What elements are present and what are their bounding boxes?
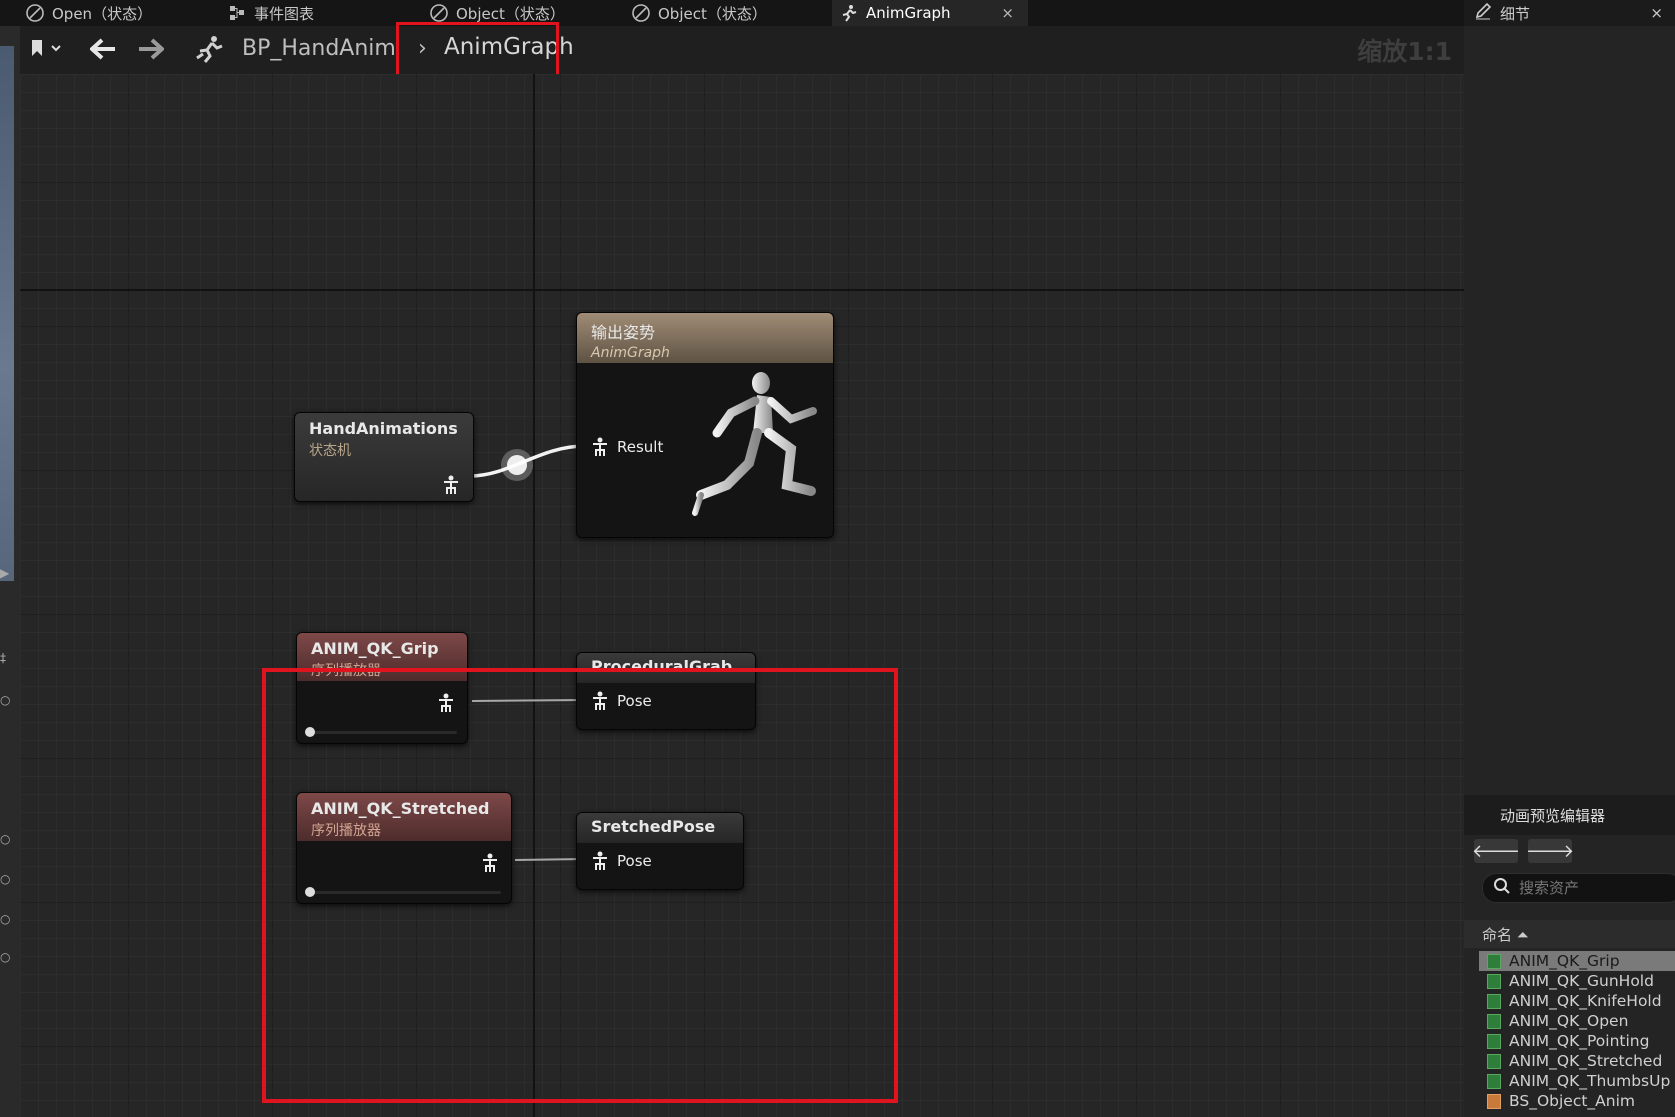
circle-icon: ○ xyxy=(0,912,11,926)
search-icon xyxy=(1493,877,1511,899)
back-arrow-icon[interactable] xyxy=(90,38,116,60)
tab-label: AnimGraph xyxy=(866,4,951,22)
pencil-icon xyxy=(1474,2,1492,24)
state-icon xyxy=(26,4,44,22)
node-title: 输出姿势 xyxy=(591,323,656,342)
node-hand-animations[interactable]: HandAnimations 状态机 xyxy=(294,412,474,502)
anim-sequence-icon xyxy=(1487,1013,1501,1029)
bookmark-icon[interactable] xyxy=(30,38,64,58)
node-subtitle: 状态机 xyxy=(309,443,351,459)
search-input[interactable] xyxy=(1519,879,1669,897)
tab-event-graph[interactable]: 事件图表 xyxy=(228,0,398,26)
editor-tab-bar: Open（状态） 事件图表 Object（状态） Object（状态） Anim… xyxy=(0,0,1467,26)
blendspace-icon xyxy=(1487,1093,1501,1109)
result-input-pin[interactable]: Result xyxy=(591,437,663,457)
list-item[interactable]: ANIM_QK_ThumbsUp xyxy=(1479,1071,1675,1091)
running-mannequin-icon xyxy=(692,372,817,516)
list-item[interactable]: BS_Object_Anim xyxy=(1479,1091,1675,1111)
asset-name: ANIM_QK_Stretched xyxy=(1509,1052,1663,1070)
anim-sequence-icon xyxy=(1487,1053,1501,1069)
asset-name: BS_Object_Anim xyxy=(1509,1092,1636,1110)
list-item[interactable]: ANIM_QK_KnifeHold xyxy=(1479,991,1675,1011)
circle-icon: ○ xyxy=(0,832,11,846)
tab-object-state-2[interactable]: Object（状态） xyxy=(632,0,822,26)
animgraph-icon xyxy=(840,4,858,22)
anim-sequence-icon xyxy=(1487,953,1501,969)
anim-sequence-icon xyxy=(1487,973,1501,989)
node-output-pose[interactable]: 输出姿势 AnimGraph Result xyxy=(576,312,834,538)
forward-button[interactable]: 🡒 xyxy=(1525,839,1575,863)
expand-arrow-icon[interactable]: ▶ xyxy=(0,566,10,580)
left-side-strip: ▶ ‡ ○ ○ ○ ○ ○ xyxy=(0,26,20,1117)
pin-label: Result xyxy=(617,438,664,456)
tab-open-state[interactable]: Open（状态） xyxy=(26,0,216,26)
asset-list: ANIM_QK_Grip ANIM_QK_GunHold ANIM_QK_Kni… xyxy=(1479,951,1675,1111)
node-title: ANIM_QK_Grip xyxy=(311,639,439,658)
anim-sequence-icon xyxy=(1487,993,1501,1009)
details-tab[interactable]: 细节 × xyxy=(1464,0,1675,26)
pose-output-pin[interactable] xyxy=(442,475,460,495)
tab-animgraph[interactable]: AnimGraph × xyxy=(832,0,1028,26)
preview-editor-header: 动画预览编辑器 xyxy=(1464,795,1675,835)
back-button[interactable]: 🡐 xyxy=(1471,839,1521,863)
list-item[interactable]: ANIM_QK_GunHold xyxy=(1479,971,1675,991)
list-item[interactable]: ANIM_QK_Pointing xyxy=(1479,1031,1675,1051)
list-item[interactable]: ANIM_QK_Open xyxy=(1479,1011,1675,1031)
anim-sequence-icon xyxy=(1487,1073,1501,1089)
highlight-box xyxy=(262,668,898,1103)
pose-person-icon xyxy=(591,437,609,457)
anim-blueprint-icon xyxy=(195,34,225,64)
asset-name: ANIM_QK_KnifeHold xyxy=(1509,992,1662,1010)
asset-name: ANIM_QK_ThumbsUp xyxy=(1509,1072,1671,1090)
list-item[interactable]: ANIM_QK_Grip xyxy=(1479,951,1675,971)
node-subtitle: AnimGraph xyxy=(591,345,670,361)
name-column-header[interactable]: 命名 ⏶ xyxy=(1464,920,1675,948)
asset-nav-bar: 🡐 🡒 xyxy=(1464,835,1675,869)
tab-label: 事件图表 xyxy=(254,4,315,23)
circle-icon: ○ xyxy=(0,872,11,886)
breadcrumb-toolbar: BP_HandAnim › AnimGraph 缩放1:1 xyxy=(20,26,1464,74)
event-graph-icon xyxy=(228,4,246,22)
forward-arrow-icon: 🡒 xyxy=(1525,840,1575,862)
tab-label: Object（状态） xyxy=(456,4,565,23)
right-panel: 细节 × 动画预览编辑器 🡐 🡒 命名 ⏶ ANIM_QK_Grip ANIM_… xyxy=(1464,0,1675,1117)
breadcrumb-root[interactable]: BP_HandAnim xyxy=(242,36,396,61)
asset-name: ANIM_QK_Grip xyxy=(1509,952,1620,970)
preview-editor-title[interactable]: 动画预览编辑器 xyxy=(1500,805,1605,826)
circle-icon: ○ xyxy=(0,693,11,707)
anim-graph-canvas[interactable]: HandAnimations 状态机 输出姿势 AnimGraph Result xyxy=(20,74,1464,1117)
asset-search-field[interactable] xyxy=(1482,873,1675,903)
zoom-level: 缩放1:1 xyxy=(1357,37,1452,66)
list-item[interactable]: ANIM_QK_Stretched xyxy=(1479,1051,1675,1071)
viewport-preview-sliver xyxy=(0,46,14,581)
anim-sequence-icon xyxy=(1487,1033,1501,1049)
circle-icon: ○ xyxy=(0,950,11,964)
tab-label: Object（状态） xyxy=(658,4,767,23)
back-arrow-icon: 🡐 xyxy=(1471,840,1521,862)
forward-arrow-icon[interactable] xyxy=(138,38,164,60)
pose-person-icon xyxy=(442,475,460,495)
state-icon xyxy=(632,4,650,22)
asset-name: ANIM_QK_Open xyxy=(1509,1012,1629,1030)
column-header-label: 命名 ⏶ xyxy=(1482,925,1529,944)
tab-label: Open（状态） xyxy=(52,4,153,23)
asset-name: ANIM_QK_GunHold xyxy=(1509,972,1654,990)
pin-icon: ‡ xyxy=(0,651,6,665)
state-icon xyxy=(430,4,448,22)
details-tab-label: 细节 xyxy=(1500,4,1531,23)
close-icon[interactable]: × xyxy=(1650,4,1663,22)
asset-name: ANIM_QK_Pointing xyxy=(1509,1032,1650,1050)
node-title: HandAnimations xyxy=(309,419,458,438)
close-icon[interactable]: × xyxy=(1001,4,1014,22)
